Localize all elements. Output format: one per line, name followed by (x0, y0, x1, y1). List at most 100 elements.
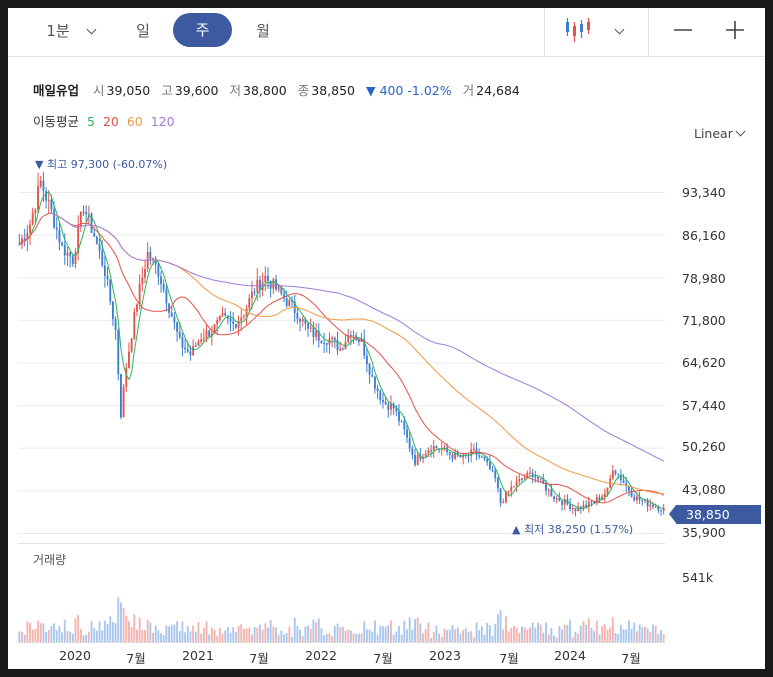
candle-body (178, 331, 181, 337)
volume-bar (328, 633, 331, 642)
volume-bar (103, 620, 106, 642)
volume-bar (585, 624, 588, 642)
volume-bar (496, 614, 499, 642)
volume-bar (582, 621, 585, 642)
volume-bar (617, 634, 620, 642)
volume-bar (467, 631, 470, 642)
candle-body (384, 402, 387, 405)
candle-body (315, 330, 318, 337)
candle-body (325, 343, 328, 345)
candle-body (45, 191, 48, 201)
candle-body (494, 470, 497, 478)
volume-bar (529, 627, 531, 642)
volume-bar (488, 625, 491, 642)
candle-body (160, 276, 162, 284)
candle-body (200, 339, 203, 342)
volume-bar (569, 619, 572, 642)
volume-bar (264, 623, 267, 642)
candle-body (176, 322, 179, 332)
volume-bar (176, 621, 179, 642)
volume-bar (50, 626, 53, 642)
x-tick-label: 2022 (305, 648, 337, 663)
candle-body (398, 411, 400, 422)
volume-bar (598, 634, 601, 642)
x-tick-label: 2020 (59, 648, 91, 663)
volume-bar (26, 621, 29, 642)
candle-body (232, 321, 235, 324)
volume-bar (149, 622, 152, 642)
volume-bar (333, 626, 336, 642)
volume-bar (400, 634, 403, 642)
volume-bar (90, 621, 93, 642)
candle-body (547, 489, 550, 491)
candle-body (365, 355, 368, 365)
candle-body (71, 256, 74, 265)
volume-bar (141, 629, 144, 642)
volume-bar (365, 629, 368, 642)
volume-bar (427, 622, 430, 642)
volume-bar (360, 633, 363, 642)
volume-bar (357, 633, 360, 642)
candle-body (491, 469, 494, 471)
volume-bar (379, 625, 382, 642)
volume-bar (283, 634, 285, 642)
volume-bar (347, 629, 350, 642)
volume-bar (226, 627, 229, 642)
volume-bar (534, 627, 537, 642)
volume-bar (513, 625, 515, 642)
candle-body (296, 312, 299, 319)
volume-bar (403, 620, 406, 642)
candle-body (427, 450, 430, 454)
volume-bar (432, 632, 435, 642)
low-annotation: ▲ 최저 38,250 (1.57%) (512, 523, 634, 536)
candle-body (606, 487, 609, 494)
volume-bar (114, 623, 117, 642)
volume-bar (317, 618, 320, 642)
volume-bar (416, 617, 419, 642)
y-tick-label: 64,620 (682, 355, 726, 370)
volume-bar (208, 634, 211, 642)
candle-body (376, 388, 379, 391)
volume-bar (587, 618, 590, 642)
volume-bar (627, 620, 630, 642)
candle-body (598, 497, 601, 500)
volume-bar (494, 623, 497, 642)
volume-bar (609, 627, 612, 642)
volume-bar (280, 630, 283, 642)
candle-body (379, 390, 382, 400)
candle-body (349, 335, 352, 337)
candle-body (333, 337, 336, 340)
volume-bar (119, 602, 122, 642)
volume-bar (77, 615, 80, 642)
volume-bar (253, 627, 256, 642)
candle-body (234, 323, 237, 328)
candle-body (341, 348, 344, 350)
candle-body (259, 279, 261, 290)
candle-body (106, 275, 109, 280)
volume-bar (563, 624, 566, 642)
volume-bar (162, 635, 165, 642)
candle-body (114, 319, 117, 330)
candle-body (561, 501, 564, 505)
candle-body (472, 448, 475, 450)
volume-bar (448, 629, 451, 642)
price-chart[interactable] (8, 8, 765, 669)
candle-body (119, 374, 122, 418)
volume-bar (486, 622, 489, 642)
volume-bar (221, 633, 224, 642)
volume-bar (515, 627, 518, 642)
volume-bar (526, 629, 529, 642)
volume-bar (553, 635, 555, 642)
volume-bar (545, 622, 547, 642)
candle-body (248, 298, 251, 309)
candle-body (574, 507, 577, 511)
candle-body (553, 496, 555, 500)
candle-body (122, 387, 125, 418)
volume-bar (451, 625, 454, 642)
volume-bar (128, 621, 130, 642)
volume-bar (491, 636, 494, 642)
candle-body (197, 341, 200, 346)
candle-body (660, 510, 662, 512)
volume-bar (654, 625, 657, 642)
volume-bar (69, 631, 72, 642)
